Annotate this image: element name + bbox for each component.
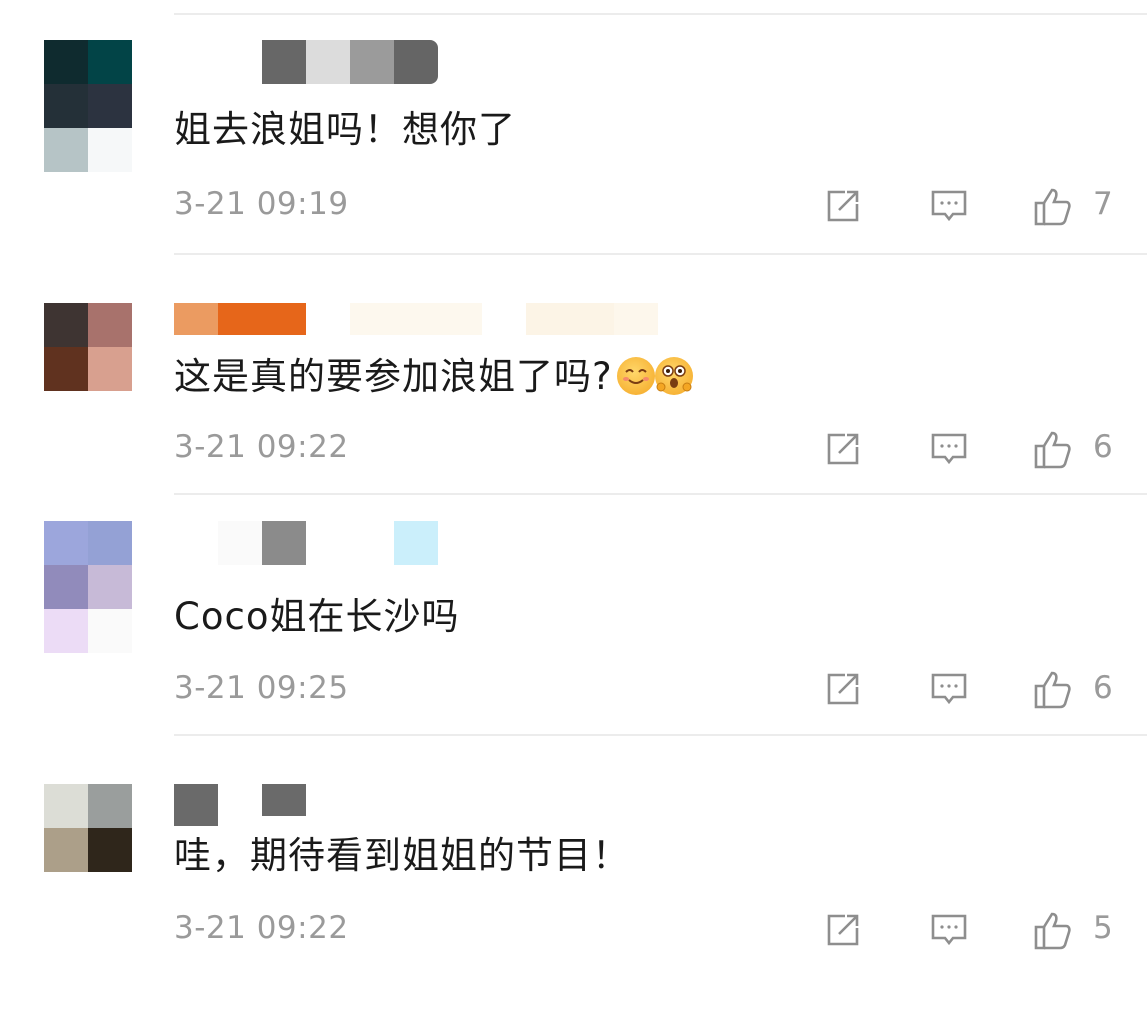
thumbs-up-icon[interactable] (1032, 669, 1072, 709)
comment-item: 这是真的要参加浪姐了吗? 3-21 09:22 6 (0, 303, 1147, 543)
avatar-pixel (88, 128, 132, 172)
smile-emoji-icon (616, 357, 655, 395)
username-pixel (350, 303, 482, 335)
top-divider (174, 13, 1147, 15)
username-pixel (218, 521, 262, 565)
comment-time: 3-21 09:25 (174, 670, 349, 706)
divider (174, 493, 1147, 495)
comment-item: 姐去浪姐吗！想你了 3-21 09:19 7 (0, 40, 1147, 280)
avatar-pixel (44, 40, 88, 84)
username-pixel (350, 40, 394, 84)
username-pixel (526, 303, 614, 335)
divider (174, 253, 1147, 255)
reply-icon[interactable] (929, 910, 969, 950)
avatar-pixel (44, 84, 88, 128)
avatar[interactable] (44, 40, 132, 172)
like-count: 7 (1093, 186, 1113, 222)
reply-icon[interactable] (929, 186, 969, 226)
share-icon[interactable] (823, 910, 863, 950)
avatar-pixel (44, 303, 88, 347)
avatar-pixel (88, 40, 132, 84)
comment-text-content: Coco姐在长沙吗 (174, 595, 460, 638)
avatar-pixel (44, 128, 88, 172)
like-count: 5 (1093, 910, 1113, 946)
avatar-pixel (88, 828, 132, 872)
reply-icon[interactable] (929, 429, 969, 469)
avatar-pixel (44, 872, 88, 916)
comment-text: 哇，期待看到姐姐的节目！ (174, 830, 630, 882)
avatar-pixel (88, 84, 132, 128)
username-pixel (262, 784, 306, 816)
username-pixel (262, 521, 306, 565)
username-pixel (394, 521, 438, 565)
avatar-pixel (44, 784, 88, 828)
comment-text-content: 哇，期待看到姐姐的节目！ (174, 834, 630, 877)
comment-item: Coco姐在长沙吗 3-21 09:25 6 (0, 521, 1147, 761)
username-pixelated[interactable] (174, 40, 674, 84)
username-pixel (262, 40, 306, 84)
username-pixel (394, 40, 438, 84)
like-count: 6 (1093, 670, 1113, 706)
username-pixelated[interactable] (174, 303, 674, 335)
share-icon[interactable] (823, 669, 863, 709)
avatar-pixel (44, 828, 88, 872)
avatar[interactable] (44, 303, 132, 435)
like-count: 6 (1093, 429, 1113, 465)
reply-icon[interactable] (929, 669, 969, 709)
avatar-pixel (88, 784, 132, 828)
avatar-pixel (44, 391, 88, 435)
avatar-pixel (44, 347, 88, 391)
comment-text: Coco姐在长沙吗 (174, 591, 459, 643)
comment-time: 3-21 09:19 (174, 186, 349, 222)
avatar-pixel (88, 521, 132, 565)
avatar-pixel (44, 521, 88, 565)
thumbs-up-icon[interactable] (1032, 429, 1072, 469)
comment-item: 哇，期待看到姐姐的节目！ 3-21 09:22 5 (0, 784, 1147, 1024)
username-pixelated[interactable] (174, 521, 674, 565)
comment-text-content: 姐去浪姐吗！想你了 (174, 108, 516, 151)
excited-emoji-icon (654, 357, 693, 395)
thumbs-up-icon[interactable] (1032, 910, 1072, 950)
comment-text: 姐去浪姐吗！想你了 (174, 104, 516, 156)
comment-text-content: 这是真的要参加浪姐了吗? (174, 355, 613, 398)
username-pixel (614, 303, 658, 335)
comment-time: 3-21 09:22 (174, 429, 349, 465)
avatar-pixel (44, 565, 88, 609)
share-icon[interactable] (823, 429, 863, 469)
divider (174, 734, 1147, 736)
comment-time: 3-21 09:22 (174, 910, 349, 946)
avatar-pixel (88, 391, 132, 435)
username-pixel (218, 303, 306, 335)
avatar-pixel (88, 872, 132, 916)
comment-text: 这是真的要参加浪姐了吗? (174, 351, 693, 403)
avatar[interactable] (44, 521, 132, 653)
thumbs-up-icon[interactable] (1032, 186, 1072, 226)
username-pixel (174, 303, 218, 335)
username-pixelated[interactable] (174, 784, 674, 826)
avatar[interactable] (44, 784, 132, 916)
avatar-pixel (44, 609, 88, 653)
username-pixel (306, 40, 350, 84)
avatar-pixel (88, 303, 132, 347)
username-pixel (174, 784, 218, 826)
avatar-pixel (88, 565, 132, 609)
share-icon[interactable] (823, 186, 863, 226)
avatar-pixel (88, 609, 132, 653)
avatar-pixel (88, 347, 132, 391)
